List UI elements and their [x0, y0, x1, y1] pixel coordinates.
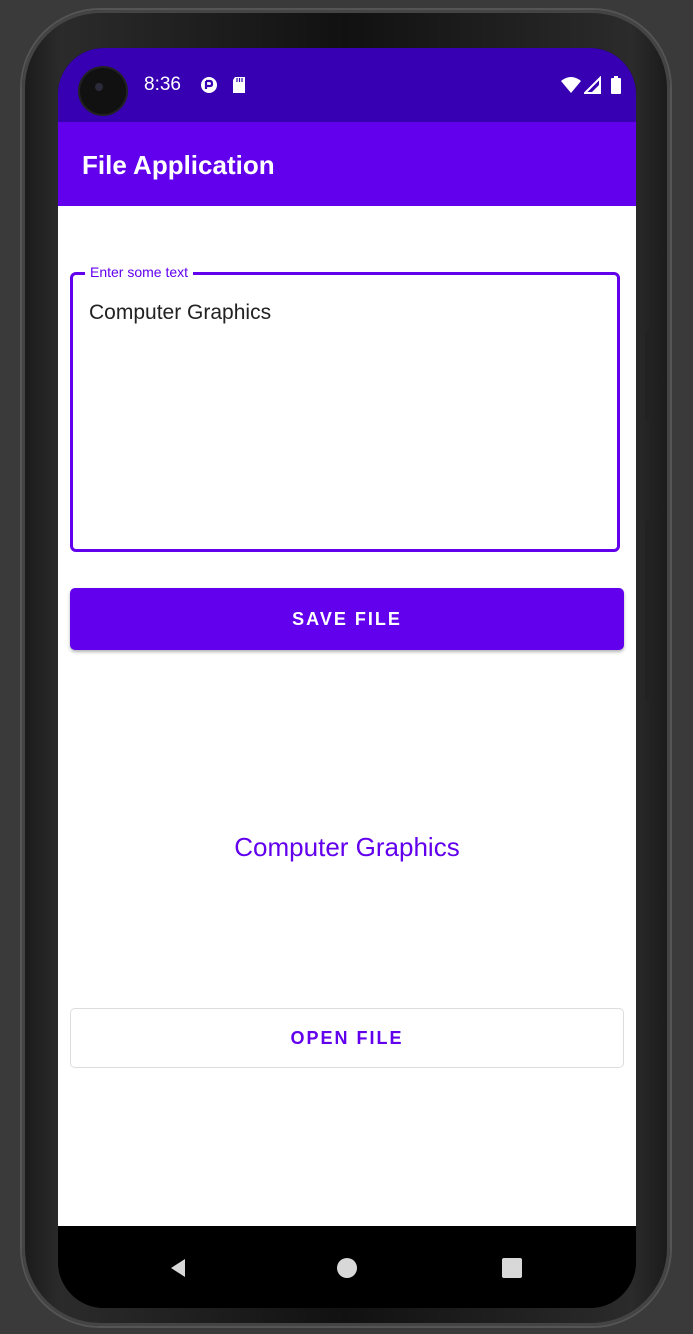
navigation-bar [58, 1226, 636, 1308]
camera-hole-icon [80, 68, 126, 114]
back-icon[interactable] [158, 1248, 198, 1288]
device-screen: 8:36 File Application Enter some text Co… [58, 48, 636, 1308]
text-input-label: Enter some text [85, 264, 194, 280]
volume-button [645, 330, 650, 420]
status-bar: 8:36 [58, 48, 636, 122]
status-time: 8:36 [144, 74, 181, 95]
app-title: File Application [82, 150, 275, 180]
sd-card-icon [233, 77, 245, 93]
text-input-field[interactable]: Enter some text Computer Graphics [70, 264, 620, 552]
signal-icon [584, 76, 601, 94]
home-icon[interactable] [327, 1248, 367, 1288]
file-content-text: Computer Graphics [234, 832, 460, 862]
sync-icon [201, 77, 217, 93]
battery-icon [611, 76, 621, 94]
app-bar: File Application [58, 122, 636, 206]
save-file-button[interactable]: SAVE FILE [70, 588, 624, 650]
text-input-value[interactable]: Computer Graphics [89, 301, 271, 325]
main-content: Enter some text Computer Graphics SAVE F… [58, 206, 636, 1226]
recents-icon[interactable] [492, 1248, 532, 1288]
open-file-button[interactable]: OPEN FILE [70, 1008, 624, 1068]
wifi-icon [561, 77, 581, 93]
power-button [645, 520, 650, 700]
